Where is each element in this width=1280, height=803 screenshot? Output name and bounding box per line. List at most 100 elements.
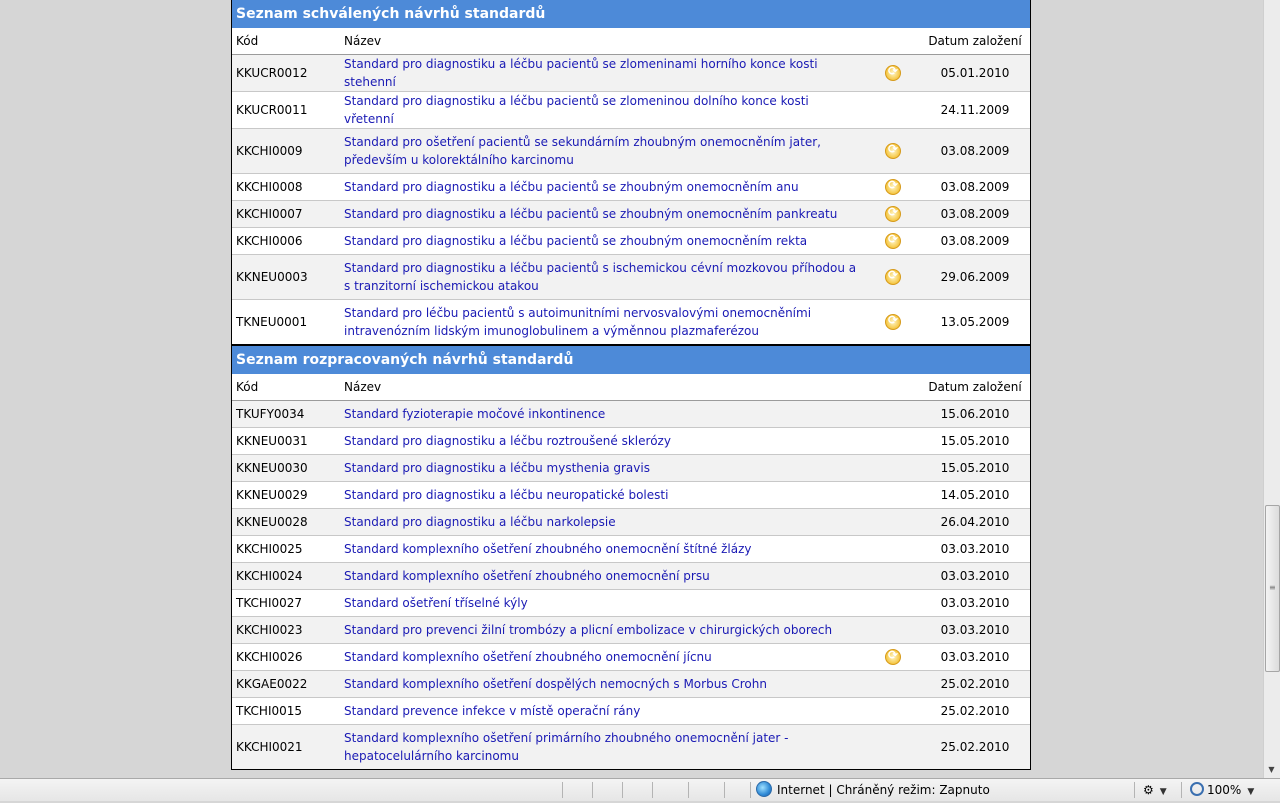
standard-name-link[interactable]: Standard pro diagnostiku a léčbu mysthen… xyxy=(344,461,650,475)
security-zone[interactable]: Internet | Chráněný režim: Zapnuto xyxy=(756,779,990,801)
standard-name-cell: Standard fyzioterapie močové inkontinenc… xyxy=(340,400,866,428)
refresh-icon[interactable] xyxy=(885,648,901,665)
standard-name-cell: Standard komplexního ošetření zhoubného … xyxy=(340,535,866,563)
scroll-down-arrow-icon[interactable]: ▼ xyxy=(1266,765,1277,776)
created-date: 03.03.2010 xyxy=(920,643,1030,671)
created-date: 03.03.2010 xyxy=(920,535,1030,563)
created-date: 15.06.2010 xyxy=(920,400,1030,428)
table-row: KKCHI0007 Standard pro diagnostiku a léčb… xyxy=(232,200,1030,228)
table-row: KKCHI0026 Standard komplexního ošetření z… xyxy=(232,643,1030,671)
status-icon-cell xyxy=(866,227,920,255)
status-divider xyxy=(688,782,689,798)
standard-code: KKNEU0028 xyxy=(232,508,340,536)
standard-name-link[interactable]: Standard pro léčbu pacientů s autoimunit… xyxy=(344,306,811,338)
standard-name-cell: Standard komplexního ošetření zhoubného … xyxy=(340,643,866,671)
standard-name-link[interactable]: Standard pro diagnostiku a léčbu pacient… xyxy=(344,207,837,221)
standard-name-cell: Standard komplexního ošetření zhoubného … xyxy=(340,562,866,590)
refresh-icon[interactable] xyxy=(885,232,901,249)
standard-code: KKNEU0031 xyxy=(232,427,340,455)
header-name: Název xyxy=(340,374,866,401)
refresh-icon[interactable] xyxy=(885,142,901,159)
zoom-control[interactable]: 100% ▼ xyxy=(1190,779,1254,803)
standard-code: KKUCR0011 xyxy=(232,91,340,129)
standard-name-link[interactable]: Standard pro diagnostiku a léčbu pacient… xyxy=(344,57,818,89)
standard-name-link[interactable]: Standard fyzioterapie močové inkontinenc… xyxy=(344,407,605,421)
created-date: 13.05.2009 xyxy=(920,299,1030,344)
zoom-level: 100% xyxy=(1207,783,1242,797)
status-icon-cell xyxy=(866,724,920,769)
standard-code: KKCHI0007 xyxy=(232,200,340,228)
refresh-icon[interactable] xyxy=(885,178,901,195)
scrollbar-thumb[interactable]: ≡ xyxy=(1265,505,1280,672)
header-code: Kód xyxy=(232,28,340,55)
header-name: Název xyxy=(340,28,866,55)
standard-name-link[interactable]: Standard ošetření tříselné kýly xyxy=(344,596,528,610)
standard-name-cell: Standard komplexního ošetření dospělých … xyxy=(340,670,866,698)
table-row: KKNEU0028 Standard pro diagnostiku a léčb… xyxy=(232,508,1030,536)
standard-name-cell: Standard pro diagnostiku a léčbu narkole… xyxy=(340,508,866,536)
table-row: KKNEU0029 Standard pro diagnostiku a léčb… xyxy=(232,481,1030,509)
table-row: TKUFY0034 Standard fyzioterapie močové in… xyxy=(232,400,1030,428)
status-divider xyxy=(724,782,725,798)
status-icon-cell xyxy=(866,643,920,671)
standard-name-cell: Standard ošetření tříselné kýly xyxy=(340,589,866,617)
standard-name-link[interactable]: Standard pro diagnostiku a léčbu pacient… xyxy=(344,94,809,126)
table-row: KKCHI0009 Standard pro ošetření pacientů … xyxy=(232,128,1030,174)
grip-icon: ≡ xyxy=(1269,583,1276,592)
created-date: 26.04.2010 xyxy=(920,508,1030,536)
standard-name-link[interactable]: Standard pro diagnostiku a léčbu roztrou… xyxy=(344,434,671,448)
refresh-icon[interactable] xyxy=(885,313,901,330)
refresh-icon[interactable] xyxy=(885,205,901,222)
status-divider xyxy=(750,782,751,798)
status-icon-cell xyxy=(866,200,920,228)
created-date: 03.08.2009 xyxy=(920,227,1030,255)
standard-code: TKCHI0015 xyxy=(232,697,340,725)
magnifier-icon xyxy=(1190,782,1204,796)
standard-name-cell: Standard komplexního ošetření primárního… xyxy=(340,724,866,769)
created-date: 03.08.2009 xyxy=(920,200,1030,228)
created-date: 05.01.2010 xyxy=(920,54,1030,92)
created-date: 03.03.2010 xyxy=(920,562,1030,590)
created-date: 03.08.2009 xyxy=(920,173,1030,201)
status-icon-cell xyxy=(866,589,920,617)
standard-name-link[interactable]: Standard pro ošetření pacientů se sekund… xyxy=(344,135,821,167)
standard-name-link[interactable]: Standard komplexního ošetření primárního… xyxy=(344,731,789,763)
standard-code: KKGAE0022 xyxy=(232,670,340,698)
standard-name-link[interactable]: Standard pro prevenci žilní trombózy a p… xyxy=(344,623,832,637)
status-divider xyxy=(652,782,653,798)
standard-name-link[interactable]: Standard komplexního ošetření zhoubného … xyxy=(344,542,751,556)
standard-name-link[interactable]: Standard pro diagnostiku a léčbu neuropa… xyxy=(344,488,668,502)
status-icon-cell xyxy=(866,400,920,428)
vertical-scrollbar[interactable]: ≡ ▼ xyxy=(1263,0,1280,778)
standard-name-cell: Standard pro léčbu pacientů s autoimunit… xyxy=(340,299,866,344)
standard-name-link[interactable]: Standard pro diagnostiku a léčbu pacient… xyxy=(344,234,807,248)
refresh-icon[interactable] xyxy=(885,268,901,285)
standard-name-cell: Standard prevence infekce v místě operač… xyxy=(340,697,866,725)
standard-name-cell: Standard pro diagnostiku a léčbu pacient… xyxy=(340,91,866,129)
table-row: KKUCR0011 Standard pro diagnostiku a léčb… xyxy=(232,91,1030,129)
standard-code: TKUFY0034 xyxy=(232,400,340,428)
status-icon-cell xyxy=(866,697,920,725)
refresh-icon[interactable] xyxy=(885,64,901,81)
standard-code: KKCHI0023 xyxy=(232,616,340,644)
created-date: 25.02.2010 xyxy=(920,697,1030,725)
status-icon-cell xyxy=(866,508,920,536)
created-date: 03.08.2009 xyxy=(920,128,1030,174)
standard-name-link[interactable]: Standard komplexního ošetření zhoubného … xyxy=(344,650,712,664)
status-icon-cell xyxy=(866,481,920,509)
popup-blocker-button[interactable]: ⚙ ▼ xyxy=(1143,779,1167,803)
standard-name-link[interactable]: Standard komplexního ošetření dospělých … xyxy=(344,677,767,691)
standard-name-link[interactable]: Standard pro diagnostiku a léčbu pacient… xyxy=(344,180,799,194)
table-row: TKCHI0015 Standard prevence infekce v mís… xyxy=(232,697,1030,725)
header-date: Datum založení xyxy=(920,374,1030,401)
standard-name-link[interactable]: Standard komplexního ošetření zhoubného … xyxy=(344,569,710,583)
chevron-down-icon: ▼ xyxy=(1159,787,1167,797)
inprogress-panel-title: Seznam rozpracovaných návrhů standardů xyxy=(232,346,1030,374)
standard-code: KKCHI0006 xyxy=(232,227,340,255)
standard-name-link[interactable]: Standard pro diagnostiku a léčbu narkole… xyxy=(344,515,616,529)
standard-name-cell: Standard pro ošetření pacientů se sekund… xyxy=(340,128,866,174)
table-row: KKCHI0006 Standard pro diagnostiku a léčb… xyxy=(232,227,1030,255)
standard-name-link[interactable]: Standard pro diagnostiku a léčbu pacient… xyxy=(344,261,856,293)
standard-name-link[interactable]: Standard prevence infekce v místě operač… xyxy=(344,704,640,718)
status-icon-cell xyxy=(866,535,920,563)
